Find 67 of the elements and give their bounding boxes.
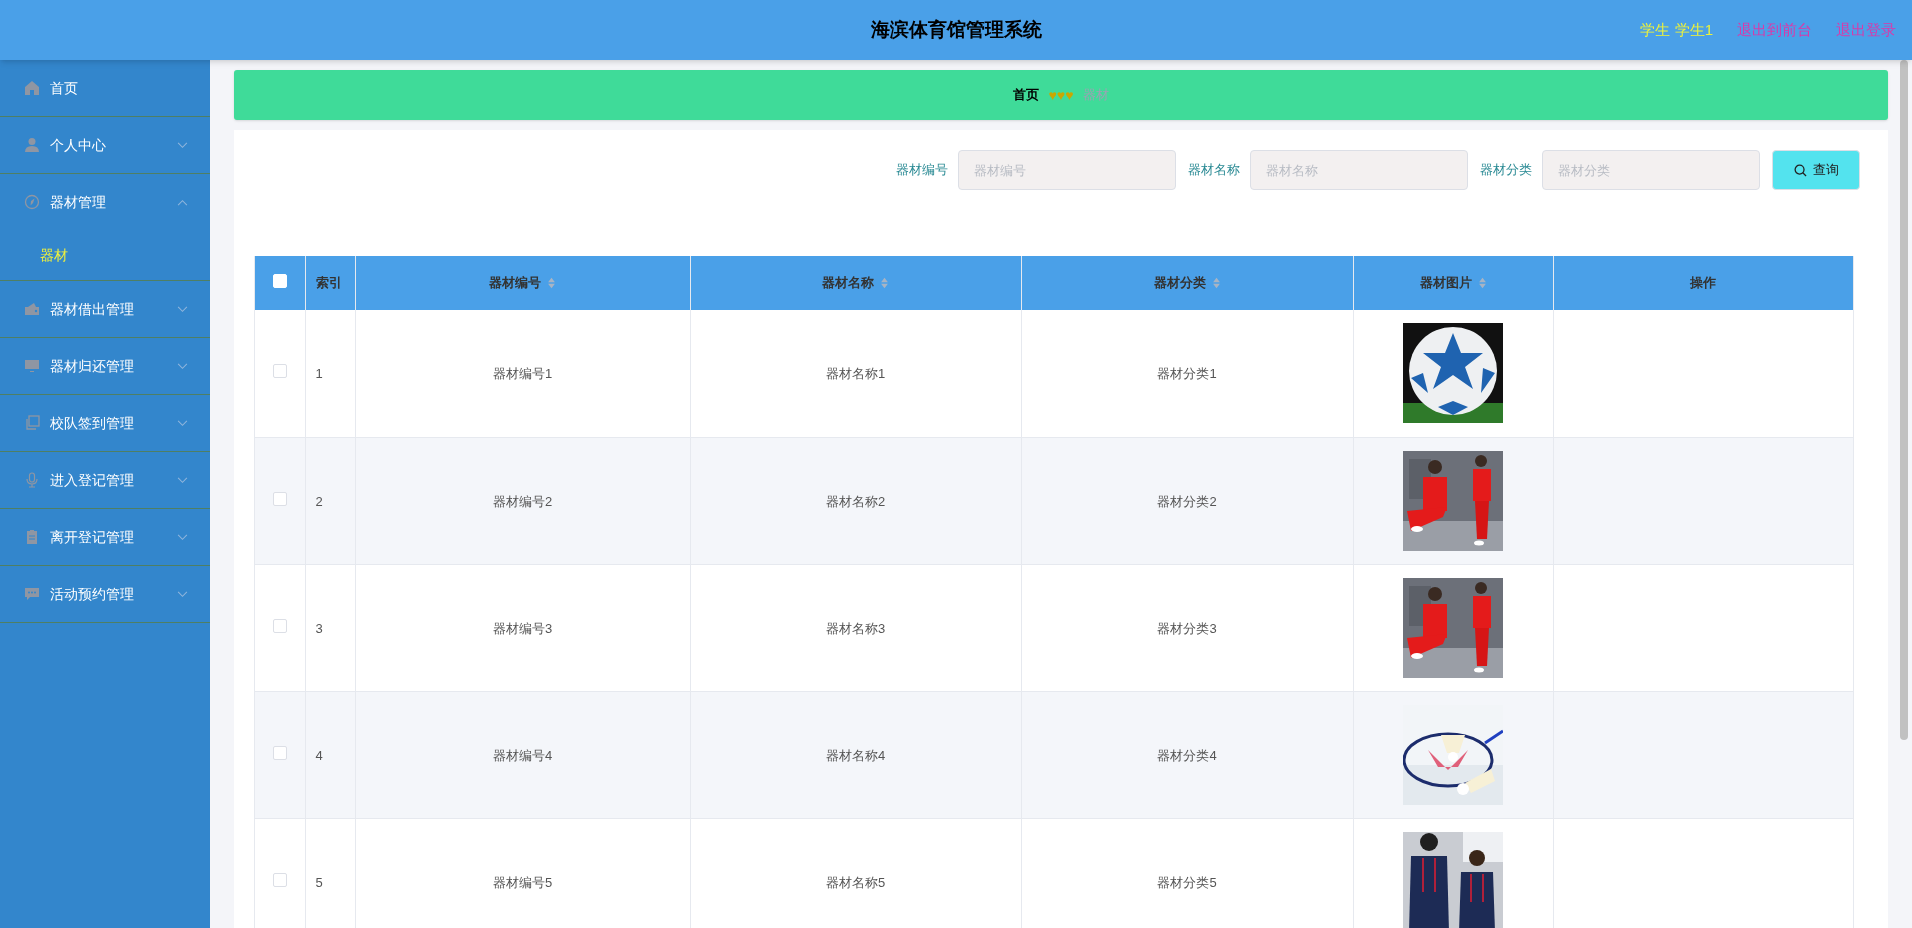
sort-icon[interactable] — [1211, 277, 1221, 289]
field-label: 器材分类 — [1480, 161, 1532, 180]
monitor-icon — [24, 358, 40, 374]
field-label: 器材名称 — [1188, 161, 1240, 180]
table-cell: 4 — [315, 747, 323, 763]
clipboard-icon — [24, 529, 40, 545]
table-cell: 器材编号1 — [492, 366, 553, 382]
breadcrumb-separator: ♥♥♥ — [1048, 85, 1074, 105]
table-cell: 器材编号4 — [492, 747, 553, 763]
table-cell: 1 — [315, 366, 323, 382]
submenu-item[interactable]: 器材 — [0, 230, 210, 280]
sidebar-item[interactable]: 进入登记管理 — [0, 452, 210, 508]
sidebar-item[interactable]: 器材管理 — [0, 174, 210, 230]
sidebar-item[interactable]: 器材借出管理 — [0, 281, 210, 337]
search-button[interactable]: 查询 — [1772, 150, 1860, 190]
column-header[interactable]: 操作 — [1690, 273, 1716, 293]
column-header[interactable]: 器材分类 — [1153, 273, 1206, 293]
wallet-icon — [24, 301, 40, 317]
table-cell: 器材名称3 — [825, 620, 886, 636]
search-field[interactable]: 器材名称 — [1250, 150, 1468, 190]
checkbox[interactable] — [272, 872, 287, 887]
sidebar-item[interactable]: 离开登记管理 — [0, 509, 210, 565]
table-cell: 器材名称1 — [825, 366, 886, 382]
column-header[interactable]: 器材编号 — [489, 273, 541, 293]
sort-icon[interactable] — [547, 277, 556, 289]
microphone-icon — [24, 472, 40, 488]
sort-icon[interactable] — [1477, 277, 1487, 289]
home-icon — [24, 80, 40, 96]
sidebar-item[interactable]: 活动预约管理 — [0, 566, 210, 622]
search-field[interactable]: 器材分类 — [1542, 150, 1760, 190]
sidebar-item[interactable]: 个人中心 — [0, 117, 210, 173]
table-cell: 器材编号2 — [492, 493, 553, 509]
table-cell: 器材名称2 — [825, 493, 886, 509]
table-cell: 3 — [315, 620, 323, 636]
table-cell: 器材分类1 — [1157, 366, 1217, 382]
breadcrumb-link[interactable]: 首页 — [1012, 85, 1039, 105]
sidebar-item[interactable]: 首页 — [0, 60, 210, 116]
copy-icon — [24, 415, 40, 431]
table-cell: 器材编号3 — [492, 620, 553, 636]
app-title: 海滨体育馆管理系统 — [870, 17, 1042, 42]
table-cell: 器材分类3 — [1157, 620, 1217, 636]
table-cell: 器材名称5 — [825, 874, 886, 890]
checkbox[interactable] — [272, 618, 287, 633]
table-cell: 器材分类4 — [1157, 747, 1217, 763]
table-cell: 器材编号5 — [492, 874, 553, 890]
search-icon — [1793, 163, 1807, 177]
table-cell: 器材分类5 — [1157, 874, 1217, 890]
breadcrumb-current: 器材 — [1083, 86, 1110, 105]
column-header[interactable]: 索引 — [315, 273, 342, 293]
checkbox[interactable] — [272, 745, 287, 760]
table-cell: 器材分类2 — [1157, 493, 1217, 509]
sort-icon[interactable] — [880, 277, 889, 289]
checkbox[interactable] — [272, 491, 287, 506]
compass-icon — [24, 194, 40, 210]
table-cell: 器材名称4 — [825, 747, 886, 763]
scrollbar[interactable] — [1900, 60, 1908, 740]
sidebar-item[interactable]: 校队签到管理 — [0, 395, 210, 451]
column-header[interactable]: 器材图片 — [1419, 273, 1472, 293]
chat-icon — [24, 586, 40, 602]
column-header[interactable]: 器材名称 — [822, 273, 874, 293]
user-icon — [24, 137, 40, 153]
user-name: 学生 学生1 — [1640, 20, 1713, 40]
table-cell: 2 — [315, 493, 323, 509]
field-label: 器材编号 — [896, 161, 948, 180]
table-cell: 5 — [315, 874, 323, 890]
sidebar-item[interactable]: 器材归还管理 — [0, 338, 210, 394]
checkbox[interactable] — [272, 364, 287, 379]
